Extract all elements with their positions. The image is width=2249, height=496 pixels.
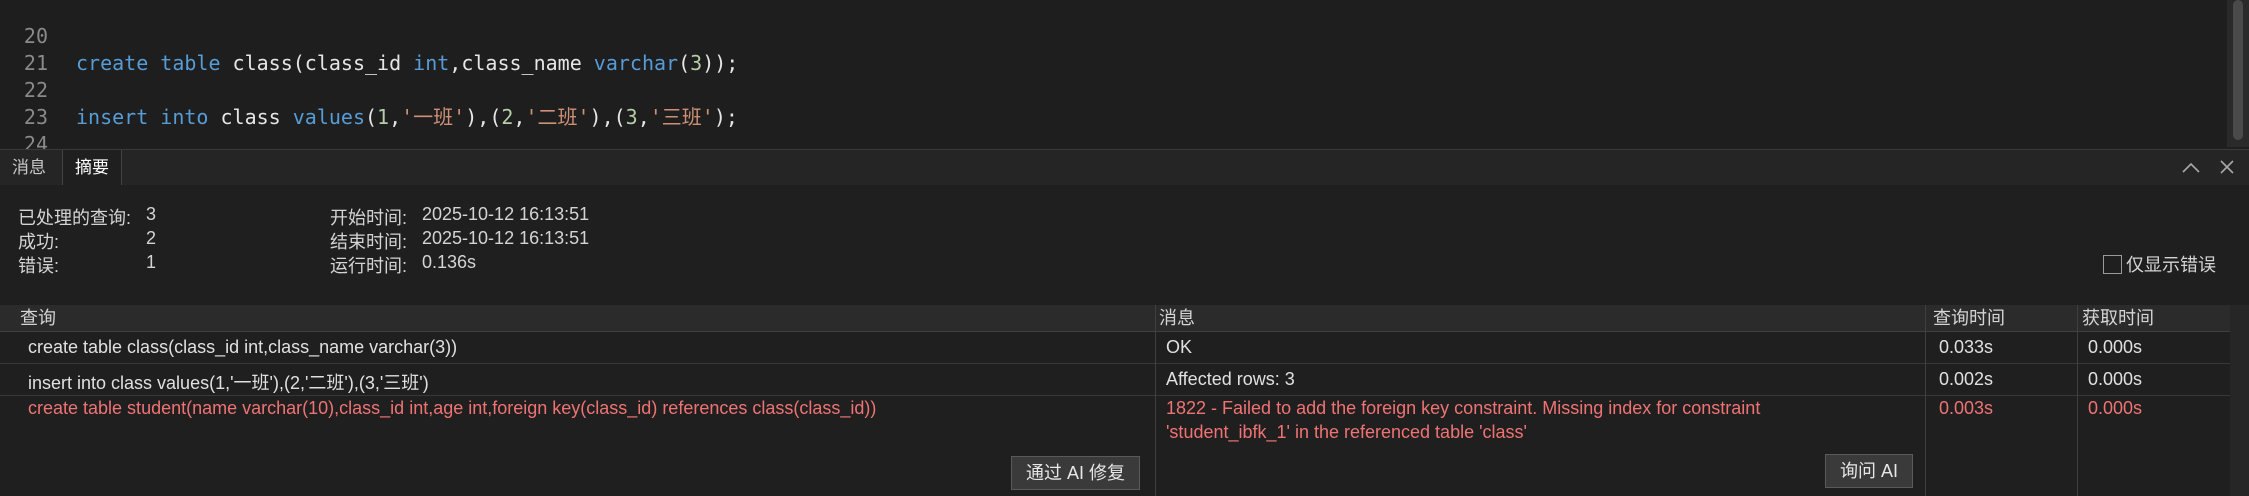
success-value: 2 (146, 228, 157, 248)
end-time-value: 2025-10-12 16:13:51 (422, 228, 590, 248)
code-token: ); (713, 105, 738, 129)
code-token: '三班' (649, 105, 714, 129)
column-divider[interactable] (1155, 305, 1156, 496)
code-token: 3 (690, 51, 703, 75)
code-token: class(class_id (232, 51, 414, 75)
fetch-time-cell: 0.000s (2088, 369, 2143, 389)
start-time-label: 开始时间: (330, 208, 408, 228)
column-divider[interactable] (2077, 305, 2078, 496)
code-token: ( (678, 51, 691, 75)
query-time-cell: 0.033s (1939, 337, 1994, 357)
code-token: ),( (589, 105, 626, 129)
code-text[interactable]: create table class(class_id int,class_na… (76, 50, 738, 77)
ask-ai-button[interactable]: 询问 AI (1825, 454, 1914, 488)
code-token: values (292, 105, 365, 129)
sql-editor[interactable]: 20 create table class(class_id int,class… (0, 0, 2249, 183)
start-time-value: 2025-10-12 16:13:51 (422, 204, 590, 224)
error-message-line: 'student_ibfk_1' in the referenced table… (1166, 422, 1527, 442)
table-row[interactable]: create table class(class_id int,class_na… (0, 332, 2230, 364)
table-row[interactable]: insert into class values(1,'一班'),(2,'二班'… (0, 364, 2230, 396)
column-header-fetch-time[interactable]: 获取时间 (2062, 305, 2154, 331)
code-token: ,class_name (449, 51, 594, 75)
code-line[interactable]: 20 create table class(class_id int,class… (0, 0, 738, 75)
editor-scroll-thumb[interactable] (2233, 0, 2243, 140)
code-token: '一班' (401, 105, 466, 129)
code-token: , (389, 105, 402, 129)
editor-vertical-scrollbar[interactable] (2227, 0, 2249, 147)
code-text[interactable]: insert into class values(1,'一班'),(2,'二班'… (76, 104, 738, 131)
message-cell: OK (1166, 337, 1193, 357)
query-cell: create table student(name varchar(10),cl… (28, 398, 877, 418)
code-line[interactable]: 21 (0, 23, 48, 75)
column-header-query-time[interactable]: 查询时间 (1913, 305, 2005, 331)
errors-only-checkbox[interactable] (2103, 255, 2122, 274)
code-token: ( (365, 105, 378, 129)
code-token: , (513, 105, 526, 129)
code-token: int (413, 51, 450, 75)
result-tab-bar: 消息 摘要 (0, 149, 2249, 186)
code-line[interactable]: 23 (0, 77, 48, 129)
success-label: 成功: (18, 232, 60, 252)
close-icon[interactable] (2217, 150, 2237, 185)
query-cell: insert into class values(1,'一班'),(2,'二班'… (28, 373, 429, 393)
results-table: 查询 消息 查询时间 获取时间 create table class(class… (0, 305, 2249, 496)
code-token: )); (702, 51, 739, 75)
column-header-query[interactable]: 查询 (0, 305, 56, 331)
column-header-message[interactable]: 消息 (1139, 305, 1195, 331)
processed-queries-label: 已处理的查询: (18, 208, 132, 228)
code-token: 2 (501, 105, 514, 129)
error-value: 1 (146, 252, 157, 272)
error-label: 错误: (18, 256, 60, 276)
query-time-cell: 0.002s (1939, 369, 1994, 389)
fix-with-ai-button[interactable]: 通过 AI 修复 (1011, 456, 1141, 490)
code-token: varchar (593, 51, 679, 75)
collapse-panel-icon[interactable] (2180, 150, 2202, 185)
code-token: 3 (625, 105, 638, 129)
table-row-error[interactable]: create table student(name varchar(10),cl… (0, 396, 2230, 496)
code-token: , (637, 105, 650, 129)
message-cell: Affected rows: 3 (1166, 369, 1295, 389)
fetch-time-cell: 0.000s (2088, 337, 2143, 357)
code-token: class (220, 105, 293, 129)
error-message-line: 1822 - Failed to add the foreign key con… (1166, 398, 1761, 418)
code-token: 1 (377, 105, 390, 129)
errors-only-toggle[interactable]: 仅显示错误 (2103, 253, 2216, 277)
table-header: 查询 消息 查询时间 获取时间 (0, 305, 2249, 332)
summary-panel: 已处理的查询: 3 成功: 2 错误: 1 开始时间: 2025-10-12 1… (0, 185, 2249, 305)
end-time-label: 结束时间: (330, 232, 408, 252)
table-vertical-scrollbar[interactable] (2230, 305, 2249, 496)
query-time-cell: 0.003s (1939, 398, 1994, 418)
code-token: '二班' (525, 105, 590, 129)
tab-summary[interactable]: 摘要 (62, 150, 122, 185)
code-token: insert into (76, 105, 221, 129)
fetch-time-cell: 0.000s (2088, 398, 2143, 418)
errors-only-label: 仅显示错误 (2126, 255, 2216, 275)
tab-messages[interactable]: 消息 (0, 150, 58, 185)
code-token: create table (76, 51, 233, 75)
query-cell: create table class(class_id int,class_na… (28, 337, 458, 357)
run-time-value: 0.136s (422, 252, 477, 272)
code-line[interactable]: 22 insert into class values(1,'一班'),(2,'… (0, 50, 738, 129)
processed-queries-value: 3 (146, 204, 157, 224)
column-divider[interactable] (1925, 305, 1926, 496)
code-line[interactable]: 24 create table student(name varchar(10)… (0, 104, 1389, 183)
code-token: ),( (465, 105, 502, 129)
run-time-label: 运行时间: (330, 256, 408, 276)
